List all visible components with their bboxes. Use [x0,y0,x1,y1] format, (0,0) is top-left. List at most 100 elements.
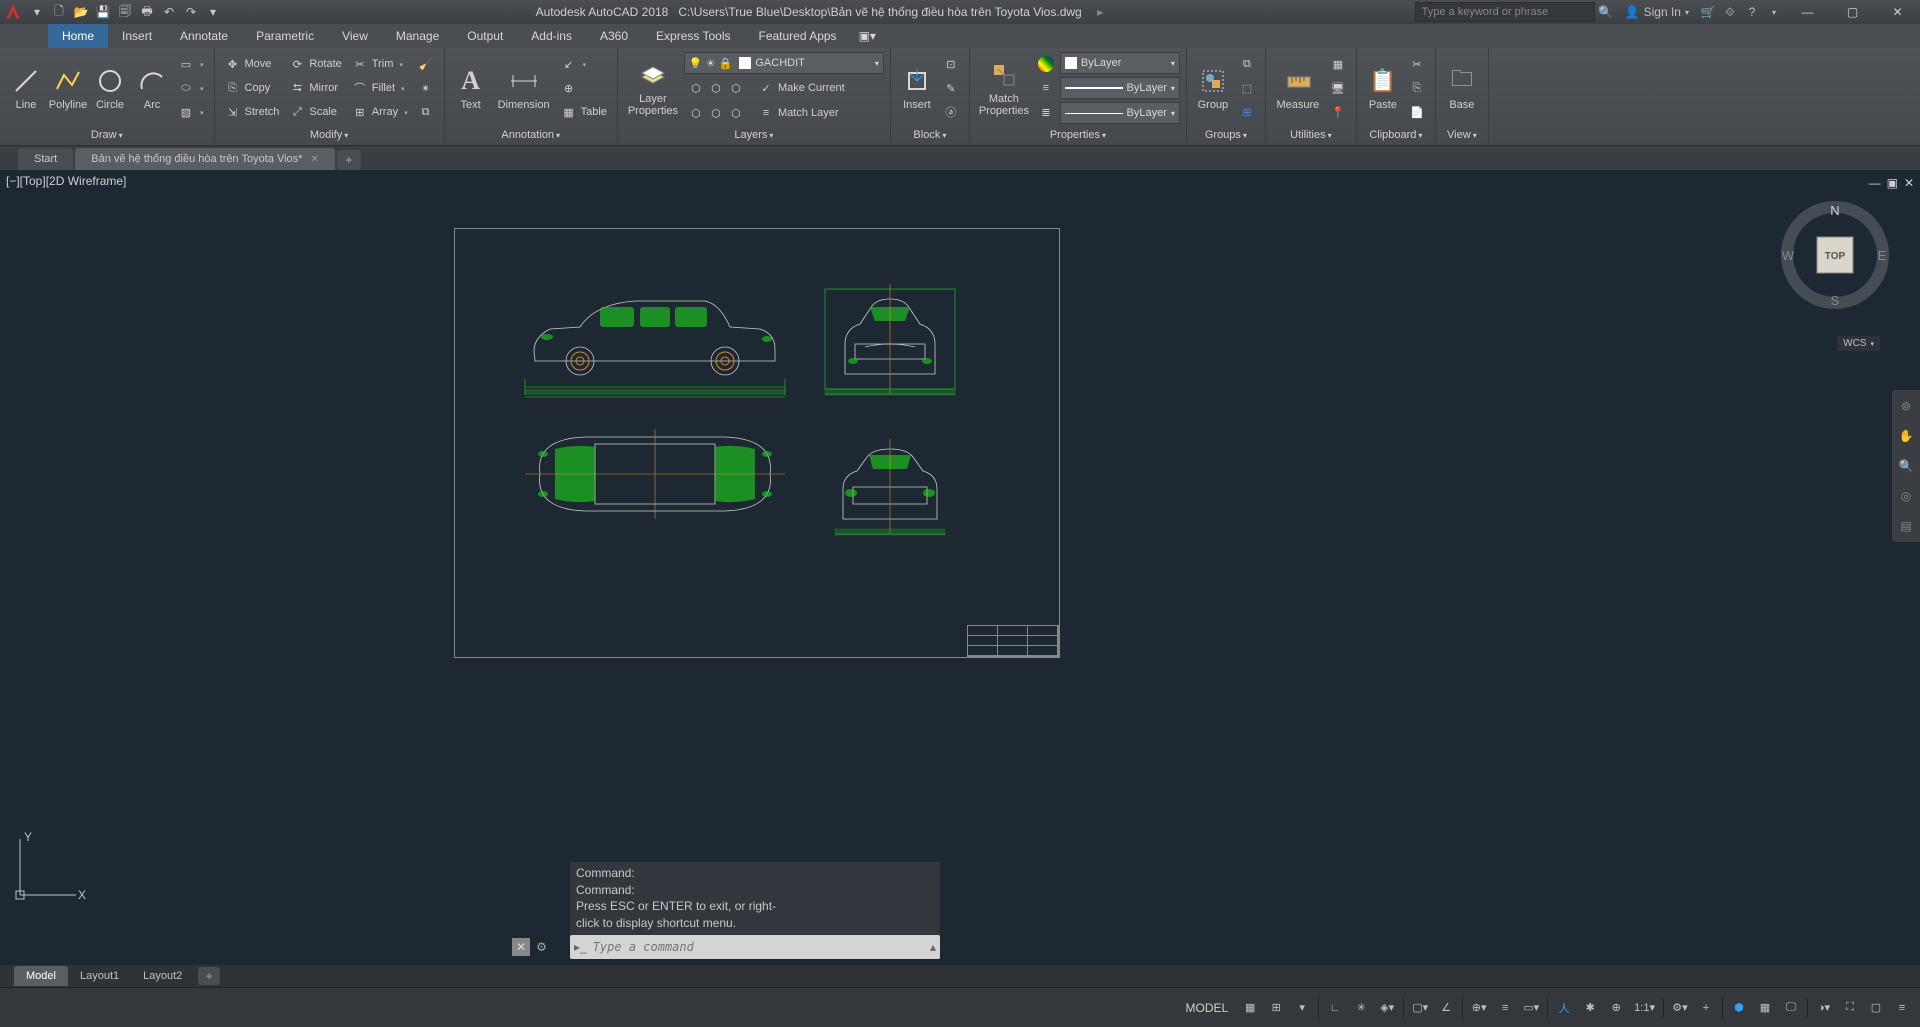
arc-button[interactable]: Arc [132,50,172,126]
close-tab-icon[interactable]: ✕ [310,154,318,165]
ribbon-options-icon[interactable]: ▣▾ [851,24,884,48]
help-dropdown-icon[interactable]: ▾ [1763,1,1785,23]
rectangle-button[interactable]: ▭ [174,53,208,75]
linetype-icon[interactable]: ≡ [1034,77,1058,99]
workspace-icon[interactable]: ⚙▾ [1668,996,1692,1020]
make-current-button[interactable]: ⬡⬡⬡ ✓Make Current [684,77,884,99]
block-attr-button[interactable]: ⓐ [939,101,963,123]
tab-parametric[interactable]: Parametric [242,24,328,48]
group-button[interactable]: Group [1193,50,1233,126]
panel-annotation-label[interactable]: Annotation [501,129,560,141]
move-button[interactable]: ✥Move [221,53,284,75]
id-point-button[interactable]: 📍 [1326,101,1350,123]
infocenter-search[interactable]: Type a keyword or phrase [1415,2,1595,22]
circle-button[interactable]: Circle [90,50,130,126]
close-button[interactable]: ✕ [1875,0,1920,24]
hatch-button[interactable]: ▨ [174,101,208,123]
panel-groups-label[interactable]: Groups [1205,129,1247,141]
tab-insert[interactable]: Insert [108,24,166,48]
layer-combo[interactable]: 💡 ☀ 🔒 GACHDIT [684,52,884,74]
vp-minimize-icon[interactable]: — [1869,176,1881,190]
viewcube-face[interactable]: TOP [1825,251,1846,262]
lineweight-combo[interactable]: ByLayer [1060,102,1180,124]
select-all-button[interactable]: ▦ [1326,53,1350,75]
dimension-button[interactable]: Dimension [493,50,555,126]
drawing-canvas[interactable]: [−][Top][2D Wireframe] — ▣ ✕ [0,170,1920,965]
tab-view[interactable]: View [328,24,382,48]
quickprops-icon[interactable]: ▦ [1753,996,1777,1020]
viewcube[interactable]: N S W E TOP [1780,200,1890,310]
command-line[interactable]: ▸_ ▴ [570,935,940,959]
layout-tab-1[interactable]: Layout1 [68,966,131,986]
panel-utilities-label[interactable]: Utilities [1290,129,1331,141]
tab-featured[interactable]: Featured Apps [745,24,851,48]
osnap-icon[interactable]: ▢▾ [1408,996,1432,1020]
scale-combo[interactable]: 1:1▾ [1630,996,1659,1020]
panel-view-label[interactable]: View [1447,129,1477,141]
centerline-button[interactable]: ⊕ [557,77,611,99]
pan-icon[interactable]: ✋ [1896,426,1916,446]
quick-calc-button[interactable]: 🖥 [1326,77,1350,99]
rotate-button[interactable]: ⟳Rotate [285,53,345,75]
file-tab-start[interactable]: Start [18,148,73,170]
layout-tab-model[interactable]: Model [14,966,68,986]
command-input[interactable] [593,940,924,954]
lockui-icon[interactable]: 🖵 [1779,996,1803,1020]
panel-modify-label[interactable]: Modify [310,129,348,141]
edit-block-button[interactable]: ✎ [939,77,963,99]
tab-addins[interactable]: Add-ins [517,24,586,48]
hwaccel-icon[interactable]: ⛶ [1838,996,1862,1020]
new-icon[interactable]: 🗋 [48,1,70,23]
redo-icon[interactable]: ↷ [180,1,202,23]
grid-icon[interactable]: ▦ [1238,996,1262,1020]
a360-icon[interactable]: ⟐ [1719,1,1741,23]
ellipse-button[interactable]: ⬭ [174,77,208,99]
trim-button[interactable]: ✂Trim [348,53,412,75]
save-icon[interactable]: 💾 [92,1,114,23]
viewcube-n[interactable]: N [1830,203,1839,218]
base-view-button[interactable]: 🗀Base [1442,50,1482,126]
panel-layers-label[interactable]: Layers [734,129,773,141]
text-button[interactable]: AText [451,50,491,126]
cut-button[interactable]: ✂ [1405,53,1429,75]
customize-status-icon[interactable]: ≡ [1890,996,1914,1020]
layout-tab-2[interactable]: Layout2 [131,966,194,986]
paste-button[interactable]: 📋Paste [1363,50,1403,126]
table-button[interactable]: ▦Table [557,101,611,123]
fillet-button[interactable]: ⌒Fillet [348,77,412,99]
array-button[interactable]: ⊞Array [348,101,412,123]
annoauto-icon[interactable]: ⊕ [1604,996,1628,1020]
group-manager-button[interactable]: ⊞ [1235,101,1259,123]
iso-icon[interactable]: ◈▾ [1375,996,1399,1020]
otrack-icon[interactable]: ⊕▾ [1467,996,1491,1020]
ortho-icon[interactable]: ∟ [1323,996,1347,1020]
maximize-button[interactable]: ▢ [1830,0,1875,24]
full-nav-wheel-icon[interactable]: ⊚ [1896,396,1916,416]
color-picker-button[interactable] [1034,53,1058,75]
viewcube-s[interactable]: S [1831,293,1840,308]
annovisibility-icon[interactable]: ✱ [1578,996,1602,1020]
tpy-icon[interactable]: ▭▾ [1519,996,1543,1020]
lwt-icon[interactable]: ≡ [1493,996,1517,1020]
viewcube-w[interactable]: W [1782,248,1795,263]
file-tab-drawing[interactable]: Bản vẽ hệ thống điều hòa trên Toyota Vio… [75,148,335,170]
open-icon[interactable]: 📂 [70,1,92,23]
signin-button[interactable]: 👤 Sign In ▾ [1617,5,1697,19]
polar-icon[interactable]: ✳ [1349,996,1373,1020]
status-model[interactable]: MODEL [1177,996,1236,1020]
leader-button[interactable]: ↙ [557,53,611,75]
isolate-icon[interactable]: ◑▾ [1812,996,1836,1020]
plot-icon[interactable]: 🖶 [136,1,158,23]
infer-icon[interactable]: ▾ [1290,996,1314,1020]
add-layout-button[interactable]: + [198,967,220,985]
title-dropdown-icon[interactable]: ▸ [1097,5,1103,19]
group-edit-button[interactable]: ⬚ [1235,77,1259,99]
tab-output[interactable]: Output [453,24,517,48]
vp-close-icon[interactable]: ✕ [1904,176,1914,190]
insert-block-button[interactable]: Insert [897,50,937,126]
vp-restore-icon[interactable]: ▣ [1887,176,1898,190]
erase-button[interactable]: 🧹 [414,53,438,75]
measure-button[interactable]: Measure [1272,50,1324,126]
viewport-label[interactable]: [−][Top][2D Wireframe] [6,174,126,188]
match-layer-button[interactable]: ⬡⬡⬡ ≡Match Layer [684,102,884,124]
